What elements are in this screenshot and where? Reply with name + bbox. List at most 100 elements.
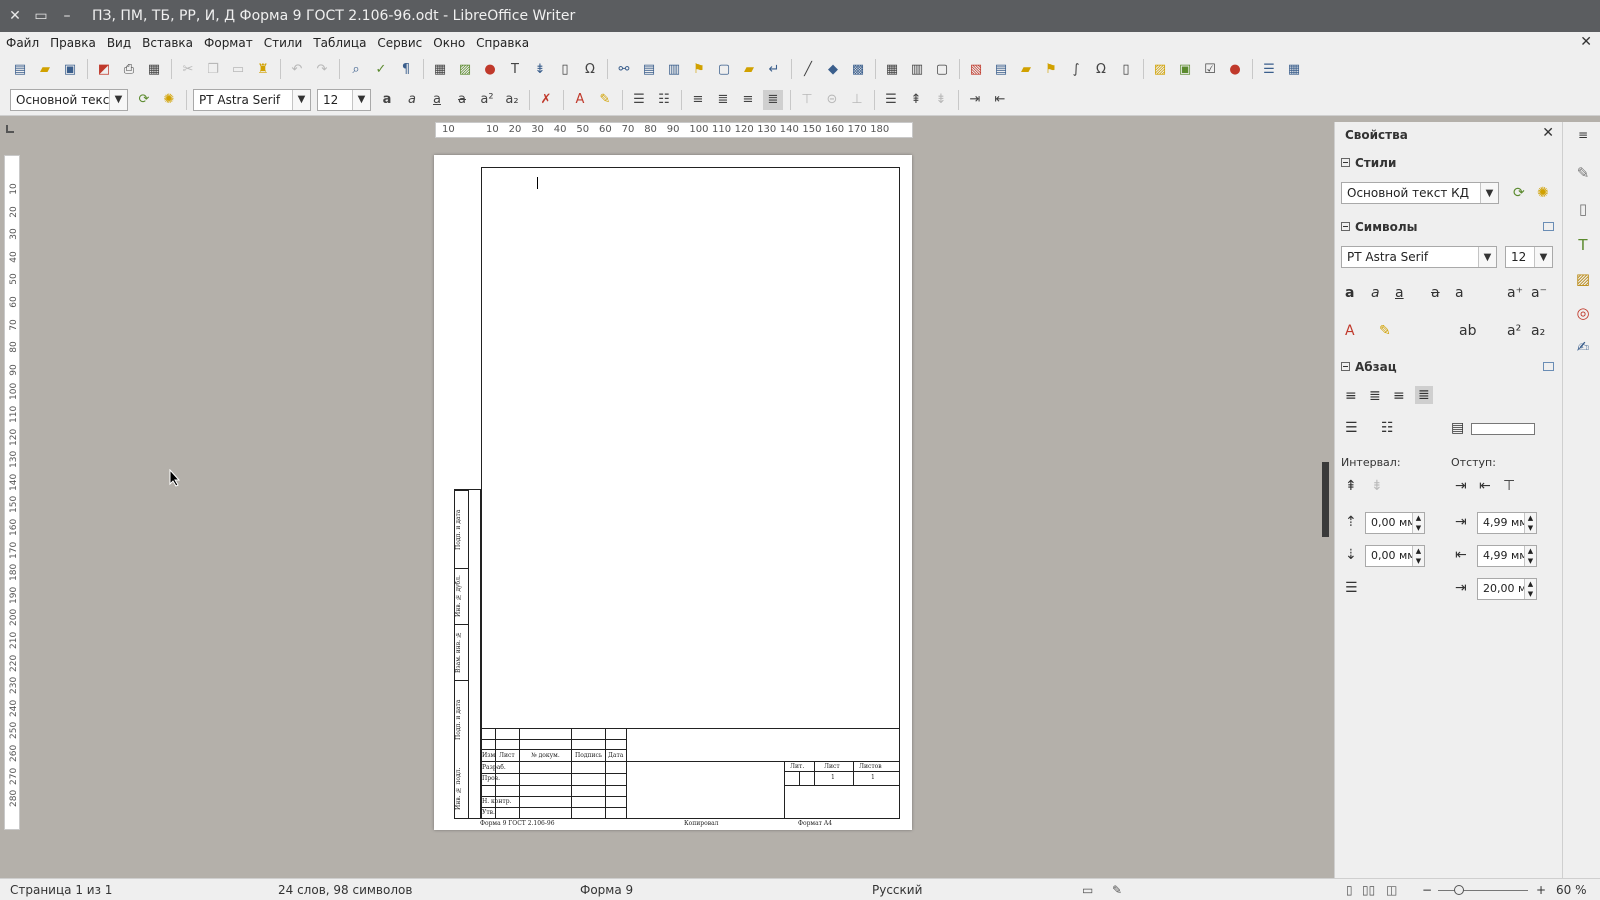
insert-field-icon[interactable]: ▯ — [555, 59, 575, 79]
insert-textbox-icon[interactable]: T — [505, 59, 525, 79]
decrease-indent-icon[interactable]: ⇤ — [1479, 478, 1491, 494]
borders-icon[interactable]: ▢ — [932, 59, 952, 79]
sidebar-font-combo[interactable]: PT Astra Serif ▼ — [1341, 246, 1497, 268]
italic-icon[interactable]: a — [402, 90, 422, 110]
insert-endnote-icon[interactable]: ▥ — [664, 59, 684, 79]
zoom-out-button[interactable]: − — [1422, 883, 1432, 897]
insert-table-icon[interactable]: ▦ — [430, 59, 450, 79]
subscript-icon[interactable]: a₂ — [1531, 323, 1545, 339]
save-icon[interactable]: ▣ — [60, 59, 80, 79]
gost-formula-icon[interactable]: ∫ — [1066, 59, 1086, 79]
find-replace-icon[interactable]: ⌕ — [346, 59, 366, 79]
new-style-icon[interactable]: ✺ — [1537, 185, 1549, 201]
first-line-indent-field[interactable]: 20,00 мм ▲ ▼ — [1477, 578, 1537, 600]
maximize-window-icon[interactable]: ▭ — [30, 8, 52, 24]
shrink-font-icon[interactable]: a⁻ — [1531, 285, 1547, 301]
page-tab-icon[interactable]: ▯ — [1573, 200, 1593, 220]
character-spacing-icon[interactable]: ab — [1459, 323, 1476, 339]
chevron-down-icon[interactable]: ▼ — [352, 89, 370, 110]
word-count[interactable]: 24 слов, 98 символов — [278, 883, 412, 897]
document-modified-icon[interactable]: ✎ — [1112, 883, 1122, 897]
superscript-icon[interactable]: a² — [477, 90, 497, 110]
menu-format[interactable]: Формат — [200, 36, 257, 50]
menu-window[interactable]: Окно — [429, 36, 469, 50]
align-right-icon[interactable]: ≡ — [738, 90, 758, 110]
formatting-marks-icon[interactable]: ¶ — [396, 59, 416, 79]
chevron-down-icon[interactable]: ▼ — [1478, 247, 1496, 267]
gost-check-icon[interactable]: ☑ — [1200, 59, 1220, 79]
sidebar-style-combo[interactable]: Основной текст КД ▼ — [1341, 182, 1499, 204]
horizontal-ruler[interactable]: 10 10 20 30 40 50 60 70 80 90 100 110 120 130 140 150 16… — [435, 122, 913, 138]
align-middle-icon[interactable]: ⊝ — [822, 90, 842, 110]
shadow-icon[interactable]: a — [1455, 285, 1464, 301]
copy-icon[interactable]: ❐ — [203, 59, 223, 79]
indent-before-field[interactable]: 4,99 мм ▲ ▼ — [1477, 512, 1537, 534]
ruler-tab-selector[interactable] — [6, 125, 14, 133]
close-window-icon[interactable]: ✕ — [4, 8, 26, 24]
align-left-icon[interactable]: ≡ — [1345, 388, 1357, 404]
menu-help[interactable]: Справка — [472, 36, 533, 50]
increase-indent-icon[interactable]: ⇥ — [1455, 478, 1467, 494]
highlight-color-icon[interactable]: ✎ — [1379, 323, 1391, 339]
insert-chart-icon[interactable]: ● — [480, 59, 500, 79]
gost-symbol-icon[interactable]: Ω — [1091, 59, 1111, 79]
spacing-above-field[interactable]: 0,00 мм ▲ ▼ — [1365, 512, 1425, 534]
paragraph-section-header[interactable]: Абзац — [1341, 360, 1397, 374]
line-spacing-icon[interactable]: ☰ — [1345, 580, 1358, 596]
update-style-icon[interactable]: ⟳ — [134, 90, 154, 110]
italic-icon[interactable]: a — [1371, 285, 1380, 301]
close-document-icon[interactable]: ✕ — [1580, 34, 1592, 50]
insert-image-icon[interactable]: ▨ — [455, 59, 475, 79]
multi-page-view-icon[interactable]: ▯▯ — [1362, 883, 1375, 897]
export-pdf-icon[interactable]: ◩ — [94, 59, 114, 79]
gost-bookmark-icon[interactable]: ⚑ — [1041, 59, 1061, 79]
justify-icon[interactable]: ≣ — [763, 89, 783, 110]
increase-spacing-icon[interactable]: ⇞ — [1345, 478, 1357, 494]
open-folder-icon[interactable]: ▰ — [35, 59, 55, 79]
sidebar-size-combo[interactable]: 12 ▼ — [1505, 246, 1553, 268]
more-options-icon[interactable] — [1543, 222, 1554, 231]
more-options-icon[interactable] — [1543, 362, 1554, 371]
decrease-spacing-icon[interactable]: ⇟ — [1371, 478, 1383, 494]
menu-file[interactable]: Файл — [2, 36, 43, 50]
menu-tools[interactable]: Сервис — [373, 36, 426, 50]
sidebar-menu-icon[interactable]: ≡ — [1573, 128, 1593, 148]
insert-line-icon[interactable]: ╱ — [798, 59, 818, 79]
font-size-combo[interactable]: 12 ▼ — [317, 88, 371, 111]
font-name-combo[interactable]: PT Astra Serif ▼ — [193, 88, 311, 111]
selection-mode-icon[interactable]: ▭ — [1082, 883, 1093, 897]
gost-image-icon[interactable]: ▨ — [1150, 59, 1170, 79]
bullet-list-icon[interactable]: ☰ — [1345, 420, 1358, 436]
line-spacing-icon[interactable]: ☰ — [881, 90, 901, 110]
zoom-in-button[interactable]: + — [1536, 883, 1546, 897]
page-style-status[interactable]: Форма 9 — [580, 883, 633, 897]
new-document-icon[interactable]: ▤ — [10, 59, 30, 79]
gost-table-icon[interactable]: ▦ — [1284, 59, 1304, 79]
gost-note-icon[interactable]: ▰ — [1016, 59, 1036, 79]
strikethrough-icon[interactable]: a — [452, 90, 472, 110]
insert-hyperlink-icon[interactable]: ⚯ — [614, 59, 634, 79]
spelling-icon[interactable]: ✓ — [371, 59, 391, 79]
navigator-tab-icon[interactable]: ◎ — [1573, 304, 1593, 324]
subscript-icon[interactable]: a₂ — [502, 90, 522, 110]
manage-changes-tab-icon[interactable]: ✍ — [1573, 338, 1593, 358]
styles-section-header[interactable]: Стили — [1341, 156, 1396, 170]
menu-view[interactable]: Вид — [103, 36, 135, 50]
gost-stamp-icon[interactable]: ▤ — [991, 59, 1011, 79]
justify-icon[interactable]: ≣ — [1415, 386, 1433, 404]
language-status[interactable]: Русский — [872, 883, 922, 897]
track-changes-icon[interactable]: ↵ — [764, 59, 784, 79]
zoom-slider-handle[interactable] — [1454, 885, 1464, 895]
gost-color-icon[interactable]: ● — [1225, 59, 1245, 79]
strikethrough-icon[interactable]: a — [1431, 285, 1440, 301]
document-page[interactable]: Подп. и дата Инв. № дубл. Взам. инв. № П… — [434, 155, 912, 830]
gost-export-icon[interactable]: ▣ — [1175, 59, 1195, 79]
increase-indent-icon[interactable]: ⇥ — [965, 90, 985, 110]
minimize-window-icon[interactable]: – — [56, 8, 78, 24]
decrease-indent-icon[interactable]: ⇤ — [990, 90, 1010, 110]
chevron-down-icon[interactable]: ▼ — [1480, 183, 1498, 203]
insert-comment-icon[interactable]: ▰ — [739, 59, 759, 79]
chevron-down-icon[interactable]: ▼ — [1534, 247, 1552, 267]
basic-shapes-icon[interactable]: ◆ — [823, 59, 843, 79]
align-bottom-icon[interactable]: ⊥ — [847, 90, 867, 110]
